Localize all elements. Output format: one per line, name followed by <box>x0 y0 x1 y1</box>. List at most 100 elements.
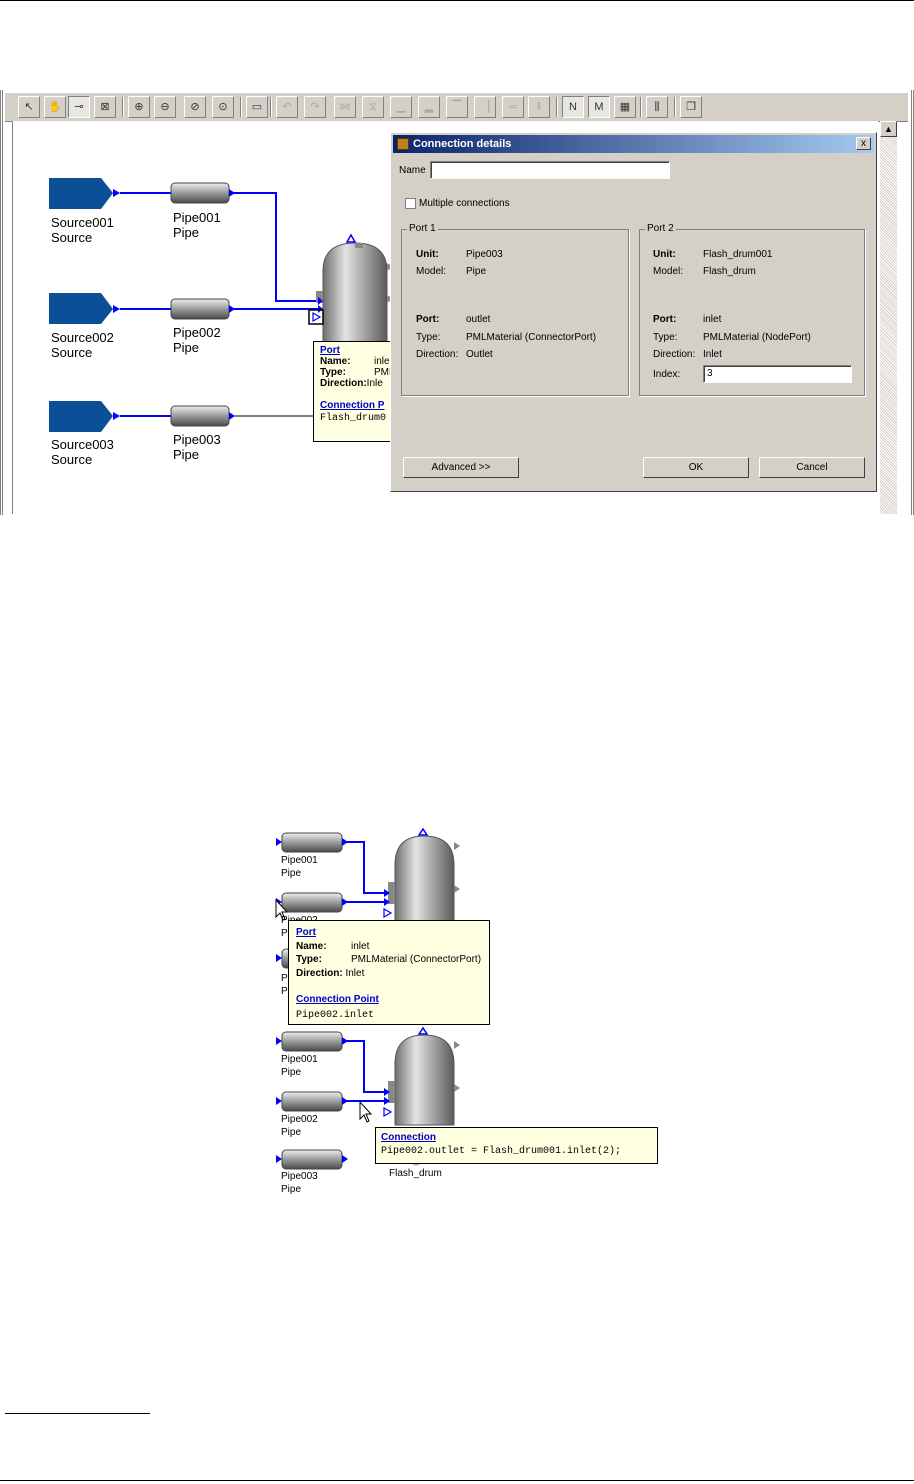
bottom-pipe-001-label: Pipe001 Pipe <box>281 1054 318 1078</box>
port2-model-value: Flash_drum <box>703 266 756 277</box>
port2-unit-label: Unit: <box>653 249 676 260</box>
name-input[interactable] <box>430 161 670 179</box>
port1-model-label: Model: <box>416 266 447 277</box>
toolbar-separator <box>674 97 676 117</box>
select-tool-button[interactable]: ↖ <box>18 96 40 118</box>
toggle-m-button[interactable]: M <box>588 96 610 118</box>
flip-vertical-button[interactable]: ⧖ <box>362 96 384 118</box>
port2-direction-label: Direction: <box>653 349 696 360</box>
source-002-shape[interactable] <box>49 293 120 324</box>
tooltip-connection-heading: Connection P <box>320 400 385 411</box>
toolbar: ↖ ✋ ⊸ ⊠ ⊕ ⊖ ⊘ ⊙ ▭ ↶ ↷ ⋈ ⧖ ▁ ▂ ▔ ▕ ═ ‖ N M ▦ ⫼ ❐ <box>5 92 908 122</box>
tooltip3-heading: Connection <box>381 1132 436 1143</box>
pan-tool-button[interactable]: ✋ <box>44 96 66 118</box>
tooltip3-value: Pipe002.outlet = Flash_drum001.inlet(2); <box>381 1146 622 1157</box>
ok-button[interactable]: OK <box>643 457 749 478</box>
vertical-scrollbar[interactable]: ▲ <box>880 121 897 514</box>
grid-button[interactable]: ▦ <box>614 96 636 118</box>
port2-port-label: Port: <box>653 314 677 325</box>
advanced-button[interactable]: Advanced >> <box>403 457 519 478</box>
align-bottom-2-button[interactable]: ▂ <box>418 96 440 118</box>
port-2-legend: Port 2 <box>645 223 676 234</box>
align-top-button[interactable]: ▔ <box>446 96 468 118</box>
zoom-fit-button[interactable]: ⊙ <box>212 96 234 118</box>
delete-connection-button[interactable]: ⊠ <box>94 96 116 118</box>
multiple-connections-label: Multiple connections <box>419 198 510 209</box>
port-tooltip-full: Port Name: inlet Type: PMLMaterial (Connec… <box>288 920 490 1025</box>
flip-horizontal-button[interactable]: ⋈ <box>334 96 356 118</box>
bottom-pipe-001[interactable] <box>276 1031 348 1052</box>
bottom-pipe-002[interactable] <box>276 1091 348 1112</box>
tooltip2-direction-label: Direction: <box>296 967 343 979</box>
tooltip-connection-value: Flash_drum0 <box>320 413 387 424</box>
pipe-002-shape[interactable] <box>170 298 235 320</box>
align-middle-button[interactable]: ═ <box>502 96 524 118</box>
zoom-out-button[interactable]: ⊖ <box>154 96 176 118</box>
flash-drum-shape[interactable] <box>308 233 393 352</box>
tooltip2-name-label: Name: <box>296 940 327 952</box>
multiple-connections-checkbox[interactable] <box>405 198 416 209</box>
port1-type-value: PMLMaterial (ConnectorPort) <box>466 332 597 343</box>
tooltip2-type-value: PMLMaterial (ConnectorPort) <box>351 954 482 965</box>
index-input[interactable]: 3 <box>703 365 852 383</box>
toolbar-separator <box>240 97 242 117</box>
connection-tooltip: Connection Pipe002.outlet = Flash_drum00… <box>375 1127 658 1164</box>
rotate-left-button[interactable]: ↶ <box>276 96 298 118</box>
footnote-rule <box>5 1413 150 1414</box>
toolbar-separator <box>556 97 558 117</box>
tooltip-heading: Port <box>320 345 340 356</box>
dialog-title: Connection details <box>413 138 512 150</box>
pipe-003-shape[interactable] <box>170 405 235 427</box>
align-bottom-button[interactable]: ▁ <box>390 96 412 118</box>
port1-direction-value: Outlet <box>466 349 493 360</box>
top-pipe-001[interactable] <box>276 832 348 853</box>
bottom-pipe-003[interactable] <box>276 1149 348 1170</box>
connection-details-dialog: Connection details x Name Multiple conne… <box>390 132 877 492</box>
bottom-flash-drum[interactable] <box>383 1026 460 1126</box>
port1-model-value: Pipe <box>466 266 487 277</box>
name-label: Name <box>399 165 426 176</box>
tooltip2-direction-value: Inlet <box>345 967 365 979</box>
tooltip2-connection-heading: Connection Point <box>296 994 379 1005</box>
port2-model-label: Model: <box>653 266 684 277</box>
tooltip2-name-value: inlet <box>351 940 370 952</box>
align-right-button[interactable]: ▕ <box>474 96 496 118</box>
toolbar-separator <box>122 97 124 117</box>
port2-port-value: inlet <box>703 314 722 325</box>
port2-index-label: Index: <box>653 369 681 380</box>
cancel-button[interactable]: Cancel <box>759 457 865 478</box>
top-pipe-002[interactable] <box>276 892 348 913</box>
window-button[interactable]: ❐ <box>680 96 702 118</box>
port-2-group: Port 2 Unit: Flash_drum001 Model: Flash_… <box>639 223 865 396</box>
tooltip-name-label: Name: <box>320 356 351 367</box>
port2-unit-value: Flash_drum001 <box>703 249 773 260</box>
bottom-pipe-002-label: Pipe002 Pipe <box>281 1114 318 1138</box>
connect-tool-button[interactable]: ⊸ <box>68 96 90 118</box>
port1-unit-value: Pipe003 <box>466 249 503 260</box>
rotate-right-button[interactable]: ↷ <box>304 96 326 118</box>
port1-direction-label: Direction: <box>416 349 459 360</box>
tooltip2-type-label: Type: <box>296 954 322 965</box>
scroll-up-icon[interactable]: ▲ <box>880 121 897 137</box>
snap-button[interactable]: ⫼ <box>646 96 668 118</box>
pipe-001-shape[interactable] <box>170 182 235 204</box>
zoom-in-button[interactable]: ⊕ <box>128 96 150 118</box>
toolbar-separator <box>640 97 642 117</box>
source-001-shape[interactable] <box>49 178 120 209</box>
tooltip-name-value: inle <box>374 356 390 367</box>
port-1-legend: Port 1 <box>407 223 438 234</box>
pipe-001-label: Pipe001 Pipe <box>173 210 221 240</box>
dialog-app-icon <box>397 138 409 150</box>
source-003-shape[interactable] <box>49 401 120 432</box>
properties-button[interactable]: ▭ <box>246 96 268 118</box>
pipe-003-label: Pipe003 Pipe <box>173 432 221 462</box>
align-center-button[interactable]: ‖ <box>528 96 550 118</box>
zoom-window-button[interactable]: ⊘ <box>184 96 206 118</box>
close-icon[interactable]: x <box>856 137 871 150</box>
header-rule <box>0 0 914 1</box>
source-002-label: Source002 Source <box>51 330 114 360</box>
tooltip-type-value: PML <box>374 367 390 378</box>
toggle-n-button[interactable]: N <box>562 96 584 118</box>
port1-type-label: Type: <box>416 332 441 343</box>
tooltip-direction-label: Direction: <box>320 378 367 389</box>
